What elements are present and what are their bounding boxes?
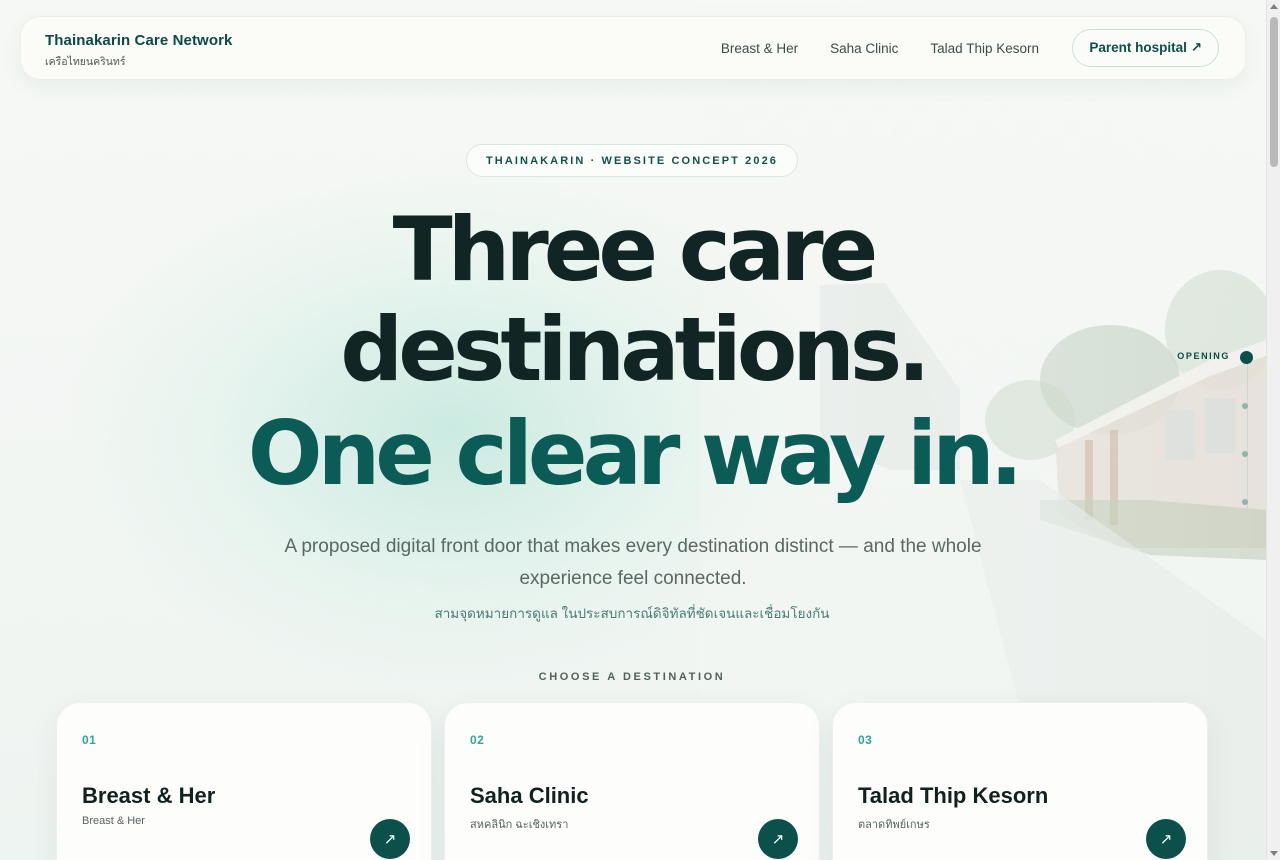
section-progress: OPENING [1170,346,1260,516]
hero-subtitle-thai: สามจุดหมายการดูแล ในประสบการณ์ดิจิทัลที่… [434,606,830,621]
parent-hospital-button[interactable]: Parent hospital ↗ [1072,29,1219,67]
nav-link-breast-her[interactable]: Breast & Her [721,41,798,56]
page-scrollbar[interactable] [1266,0,1280,860]
headline-line-2: destinations. [340,298,930,401]
arrow-up-right-icon[interactable]: ↗ [1146,819,1186,859]
card-subtitle: Breast & Her [82,815,145,827]
destination-card-breast-her[interactable]: 01 Breast & Her Breast & Her ↗ [56,702,432,860]
progress-dot-active[interactable] [1240,351,1253,364]
headline-accent: One clear way in. [247,402,1023,505]
main-nav: Breast & Her Saha Clinic Talad Thip Keso… [721,41,1039,56]
scroll-up-icon[interactable] [1270,4,1278,9]
card-subtitle: ตลาดทิพย์เกษร [858,819,930,831]
progress-dot[interactable] [1242,451,1248,457]
card-title: Saha Clinic [470,783,589,808]
destination-card-talad-thip-kesorn[interactable]: 03 Talad Thip Kesorn ตลาดทิพย์เกษร ↗ [832,702,1208,860]
brand-logo[interactable]: Thainakarin Care Network เครือไทยนครินทร… [45,32,232,70]
card-number: 01 [82,733,97,747]
brand-subtitle: เครือไทยนครินทร์ [45,56,126,68]
scroll-down-icon[interactable] [1270,851,1278,856]
destination-card-saha-clinic[interactable]: 02 Saha Clinic สหคลินิก ฉะเชิงเทรา ↗ [444,702,820,860]
progress-active-label: OPENING [1177,351,1230,361]
nav-link-talad-thip-kesorn[interactable]: Talad Thip Kesorn [930,41,1039,56]
nav-link-saha-clinic[interactable]: Saha Clinic [830,41,898,56]
progress-dot[interactable] [1242,499,1248,505]
card-number: 02 [470,733,485,747]
concept-badge: THAINAKARIN · WEBSITE CONCEPT 2026 [466,144,798,177]
card-title: Breast & Her [82,783,216,808]
progress-dot[interactable] [1242,403,1248,409]
hero-subtitle: A proposed digital front door that makes… [284,536,982,589]
card-title: Talad Thip Kesorn [858,783,1049,808]
progress-track [1247,358,1248,514]
headline-line-1: Three care [392,198,879,301]
card-number: 03 [858,733,873,747]
brand-name: Thainakarin Care Network [45,32,233,49]
site-header: Thainakarin Care Network เครือไทยนครินทร… [20,16,1246,80]
choose-destination-label: CHOOSE A DESTINATION [538,671,726,683]
scrollbar-thumb[interactable] [1270,17,1278,167]
card-subtitle: สหคลินิก ฉะเชิงเทรา [470,819,569,831]
hero-headline: Three care destinations. One clear way i… [0,200,1266,504]
arrow-up-right-icon[interactable]: ↗ [370,819,410,859]
arrow-up-right-icon[interactable]: ↗ [758,819,798,859]
